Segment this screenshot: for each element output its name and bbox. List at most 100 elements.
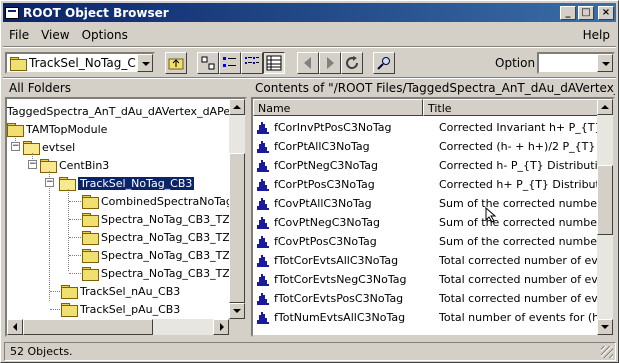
- list-vertical-scrollbar[interactable]: [597, 99, 613, 335]
- scroll-thumb[interactable]: [229, 153, 245, 303]
- tree-item-centbin3[interactable]: CentBin3: [40, 156, 109, 174]
- row-title: Sum of the corrected number events: [439, 235, 613, 248]
- row-title: Total number of events for (h- + h+)/2: [439, 311, 613, 324]
- list-view-button[interactable]: [241, 52, 263, 74]
- tree-item-tracksel-notag-cb3[interactable]: TrackSel_NoTag_CB3: [59, 174, 195, 192]
- tree-item-spectra-tzb2[interactable]: Spectra_NoTag_CB3_TZB2: [82, 228, 244, 246]
- maximize-button[interactable]: □: [578, 5, 594, 20]
- collapse-icon[interactable]: −: [28, 160, 37, 169]
- back-button[interactable]: [297, 52, 319, 74]
- tree-line: [69, 255, 81, 256]
- list-row[interactable]: fCovPtPosC3NoTag Sum of the corrected num…: [253, 232, 613, 251]
- option-combo[interactable]: [537, 52, 615, 74]
- row-name: fCovPtNegC3NoTag: [274, 216, 380, 229]
- scroll-down-button[interactable]: [597, 319, 613, 335]
- tree-item-root-file[interactable]: TaggedSpectra_AnT_dAu_dAVertex_dAPeriph_…: [7, 102, 247, 120]
- row-title: Total corrected number of events for: [439, 292, 613, 305]
- tree-item-label: Spectra_NoTag_CB3_TZB1: [101, 212, 245, 226]
- tree-item-tracksel-nau[interactable]: TrackSel_nAu_CB3: [61, 282, 180, 300]
- close-button[interactable]: ×: [598, 5, 614, 20]
- scroll-up-button[interactable]: [597, 99, 613, 115]
- column-header-name[interactable]: Name: [253, 99, 423, 116]
- small-icons-button[interactable]: [219, 52, 241, 74]
- tree-horizontal-scrollbar[interactable]: [7, 319, 229, 335]
- row-name: fCovPtAllC3NoTag: [274, 197, 372, 210]
- tree-item-spectra-tzb3[interactable]: Spectra_NoTag_CB3_TZB3: [82, 246, 244, 264]
- column-header-title[interactable]: Title: [423, 99, 613, 116]
- window-title: ROOT Object Browser: [23, 5, 169, 20]
- details-view-button[interactable]: [263, 52, 285, 74]
- scroll-right-button[interactable]: [213, 319, 229, 335]
- resize-grip-icon[interactable]: [601, 346, 613, 358]
- refresh-button[interactable]: [341, 52, 363, 74]
- open-folder-icon: [59, 177, 76, 191]
- tree-line: [69, 237, 81, 238]
- tree-item-label: evtsel: [42, 140, 76, 154]
- list-row[interactable]: fCorPtPosC3NoTag Corrected h+ P_{T} Distr…: [253, 175, 615, 194]
- tree-item-label: TaggedSpectra_AnT_dAu_dAVertex_dAPeriph_…: [7, 104, 247, 118]
- histogram-icon: [257, 311, 269, 324]
- scroll-left-button[interactable]: [7, 319, 23, 335]
- scroll-down-button[interactable]: [229, 303, 245, 319]
- forward-button[interactable]: [319, 52, 341, 74]
- contents-list[interactable]: Name Title fCorInvPtPosC3NoTag Corrected …: [251, 97, 615, 337]
- histogram-icon: [257, 292, 269, 305]
- tree-item-combined-spectra[interactable]: CombinedSpectraNoTag_CB: [82, 192, 245, 210]
- chevron-down-icon[interactable]: [137, 54, 153, 72]
- large-icons-button[interactable]: [197, 52, 219, 74]
- tree-item-label: TAMTopModule: [26, 122, 108, 136]
- menu-help[interactable]: Help: [577, 25, 616, 45]
- tree-item-label: TrackSel_pAu_CB3: [80, 302, 181, 316]
- chevron-down-icon[interactable]: [597, 54, 613, 72]
- find-icon: [377, 57, 390, 70]
- collapse-icon[interactable]: −: [45, 178, 54, 187]
- title-bar[interactable]: ROOT Object Browser _ □ ×: [3, 3, 616, 22]
- menu-spacer: [134, 25, 577, 45]
- toolbar: TrackSel_NoTag_C Option: [3, 49, 616, 77]
- mouse-cursor-icon: [485, 207, 497, 223]
- tree-item-spectra-tzb1[interactable]: Spectra_NoTag_CB3_TZB1: [82, 210, 244, 228]
- histogram-icon: [257, 178, 269, 191]
- list-row[interactable]: fCorPtAllC3NoTag Corrected (h- + h+)/2 P_…: [253, 137, 613, 156]
- arrow-left-icon: [304, 57, 311, 69]
- list-row[interactable]: fTotCorEvtsPosC3NoTag Total corrected num…: [253, 289, 613, 308]
- root-object-browser-window: ROOT Object Browser _ □ × File View Opti…: [0, 0, 619, 363]
- list-row[interactable]: fCovPtAllC3NoTag Sum of the corrected num…: [253, 194, 613, 213]
- menu-view[interactable]: View: [35, 25, 75, 45]
- tree-vertical-scrollbar[interactable]: [229, 99, 245, 319]
- tree-item-evtsel[interactable]: evtsel: [23, 138, 75, 156]
- list-row[interactable]: fTotNumEvtsAllC3NoTag Total number of eve…: [253, 308, 613, 327]
- small-icons-icon: [223, 57, 236, 67]
- list-row[interactable]: fCorPtNegC3NoTag Corrected h- P_{T} Distr…: [253, 156, 613, 175]
- up-level-button[interactable]: [165, 52, 187, 74]
- tree-item-tamtopmodule[interactable]: TAMTopModule: [7, 120, 107, 138]
- histogram-icon: [257, 121, 269, 134]
- row-title: Corrected Invariant h+ P_{T} Yield (C3: [439, 121, 613, 134]
- list-row[interactable]: fTotCorEvtsNegC3NoTag Total corrected num…: [253, 270, 613, 289]
- scroll-thumb[interactable]: [23, 319, 153, 335]
- list-row[interactable]: fCorInvPtPosC3NoTag Corrected Invariant h…: [253, 118, 613, 137]
- list-row[interactable]: fCovPtNegC3NoTag Sum of the corrected num…: [253, 213, 613, 232]
- collapse-icon[interactable]: −: [11, 142, 20, 151]
- menu-file[interactable]: File: [3, 25, 35, 45]
- tree-item-label-selected: TrackSel_NoTag_CB3: [78, 176, 195, 190]
- tree-item-label: Spectra_NoTag_CB3_TZB2: [101, 230, 245, 244]
- row-title: Corrected h+ P_{T} Distribution (C3N: [439, 178, 615, 191]
- row-name: fTotCorEvtsNegC3NoTag: [274, 273, 407, 286]
- row-name: fCorInvPtPosC3NoTag: [274, 121, 392, 134]
- path-combo[interactable]: TrackSel_NoTag_C: [5, 52, 155, 74]
- list-row[interactable]: fTotCorEvtsAllC3NoTag Total corrected num…: [253, 251, 613, 270]
- folder-tree[interactable]: TaggedSpectra_AnT_dAu_dAVertex_dAPeriph_…: [5, 97, 247, 337]
- contents-header: Contents of "/ROOT Files/TaggedSpectra_A…: [255, 81, 615, 95]
- row-title: Sum of the corrected number events: [439, 197, 613, 210]
- scroll-up-button[interactable]: [229, 99, 245, 115]
- scroll-thumb[interactable]: [597, 165, 613, 235]
- tree-item-tracksel-pau[interactable]: TrackSel_pAu_CB3: [61, 300, 180, 318]
- tree-item-spectra-tzb4[interactable]: Spectra_NoTag_CB3_TZB4: [82, 264, 244, 282]
- minimize-button[interactable]: _: [560, 5, 576, 20]
- row-title: Corrected h- P_{T} Distribution (C3N: [439, 159, 613, 172]
- row-name: fCorPtAllC3NoTag: [274, 140, 370, 153]
- menu-options[interactable]: Options: [76, 25, 134, 45]
- all-folders-header: All Folders: [9, 81, 72, 95]
- find-button[interactable]: [373, 52, 395, 74]
